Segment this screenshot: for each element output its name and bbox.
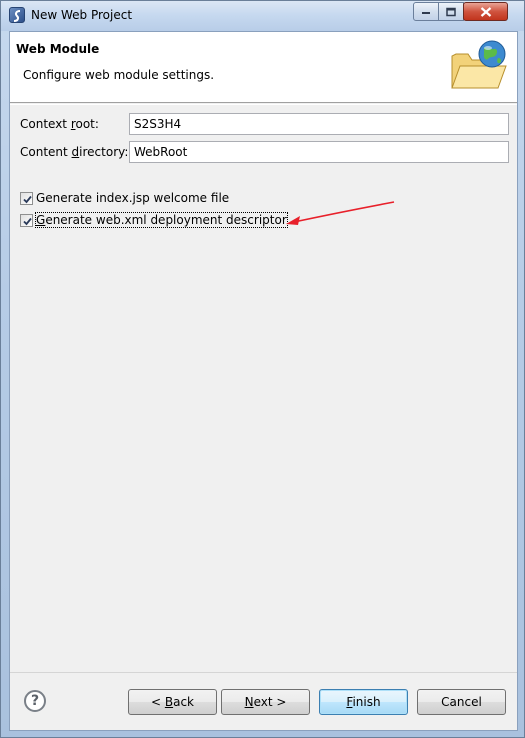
finish-button[interactable]: Finish [319, 689, 408, 715]
page-description: Configure web module settings. [23, 68, 215, 82]
content-directory-label-pre: Content [20, 145, 72, 159]
back-button-mnemonic: B [164, 695, 174, 709]
minimize-icon [422, 11, 430, 14]
back-button-prefix: < [150, 695, 165, 709]
context-root-label-post: oot: [75, 117, 99, 131]
content-directory-label: Content directory: [20, 145, 128, 159]
context-root-label: Context root: [20, 117, 99, 131]
window-title: New Web Project [31, 8, 133, 22]
next-button-mnemonic: N [244, 695, 254, 709]
header-divider [10, 104, 517, 105]
context-root-input[interactable]: S2S3H4 [129, 113, 509, 135]
finish-button-rest: inish [352, 695, 381, 709]
dialog-client-area: Web Module Configure web module settings… [9, 31, 518, 731]
generate-web-xml-label-rest: enerate web.xml deployment descriptor [45, 213, 287, 227]
generate-web-xml-checkbox[interactable] [20, 214, 33, 227]
web-folder-globe-icon [451, 40, 507, 89]
generate-index-jsp-label: Generate index.jsp welcome file [36, 191, 230, 205]
cancel-button[interactable]: Cancel [417, 689, 506, 715]
close-button[interactable] [463, 2, 508, 21]
app-logo-icon [9, 7, 25, 23]
help-icon[interactable]: ? [24, 690, 46, 712]
title-bar[interactable]: New Web Project [1, 1, 524, 31]
page-title: Web Module [16, 42, 100, 56]
minimize-button[interactable] [413, 2, 439, 21]
maximize-icon [446, 7, 456, 16]
checkmark-icon [23, 195, 32, 204]
context-root-label-pre: Context [20, 117, 71, 131]
back-button-rest: ack [173, 695, 194, 709]
content-directory-input[interactable]: WebRoot [129, 141, 509, 163]
generate-web-xml-label: Generate web.xml deployment descriptor [35, 212, 288, 228]
generate-web-xml-label-mnemonic: G [36, 213, 46, 227]
wizard-header: Web Module Configure web module settings… [10, 32, 517, 103]
button-bar-separator [10, 672, 517, 673]
annotation-arrow-icon [286, 201, 395, 225]
close-icon [480, 6, 491, 17]
next-button[interactable]: Next > [221, 689, 310, 715]
next-button-rest: ext > [253, 695, 287, 709]
generate-index-jsp-checkbox[interactable] [20, 192, 33, 205]
back-button[interactable]: < Back [128, 689, 217, 715]
maximize-button[interactable] [438, 2, 464, 21]
dialog-window: New Web Project Web Module Configure web… [0, 0, 525, 738]
checkmark-icon [23, 217, 32, 226]
content-directory-label-post: irectory: [79, 145, 129, 159]
